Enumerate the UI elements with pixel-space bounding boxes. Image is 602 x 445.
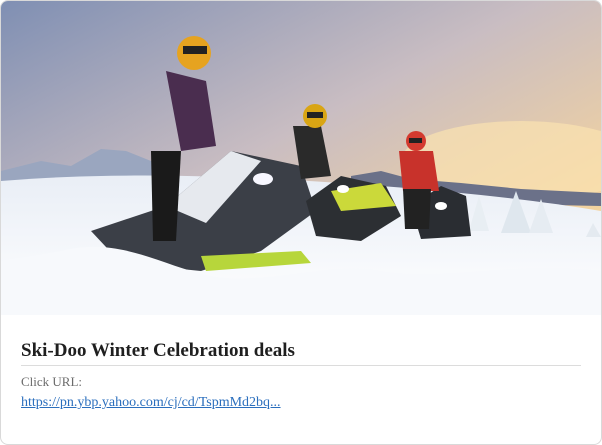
ad-card: Ski-Doo Winter Celebration deals Click U… [0,0,602,445]
card-body: Ski-Doo Winter Celebration deals Click U… [21,339,581,412]
click-url-link[interactable]: https://pn.ybp.yahoo.com/cj/cd/TspmMd2bq… [21,394,281,412]
click-url-label: Click URL: [21,374,83,389]
hero-image[interactable] [1,1,601,315]
ad-title[interactable]: Ski-Doo Winter Celebration deals [21,339,581,366]
